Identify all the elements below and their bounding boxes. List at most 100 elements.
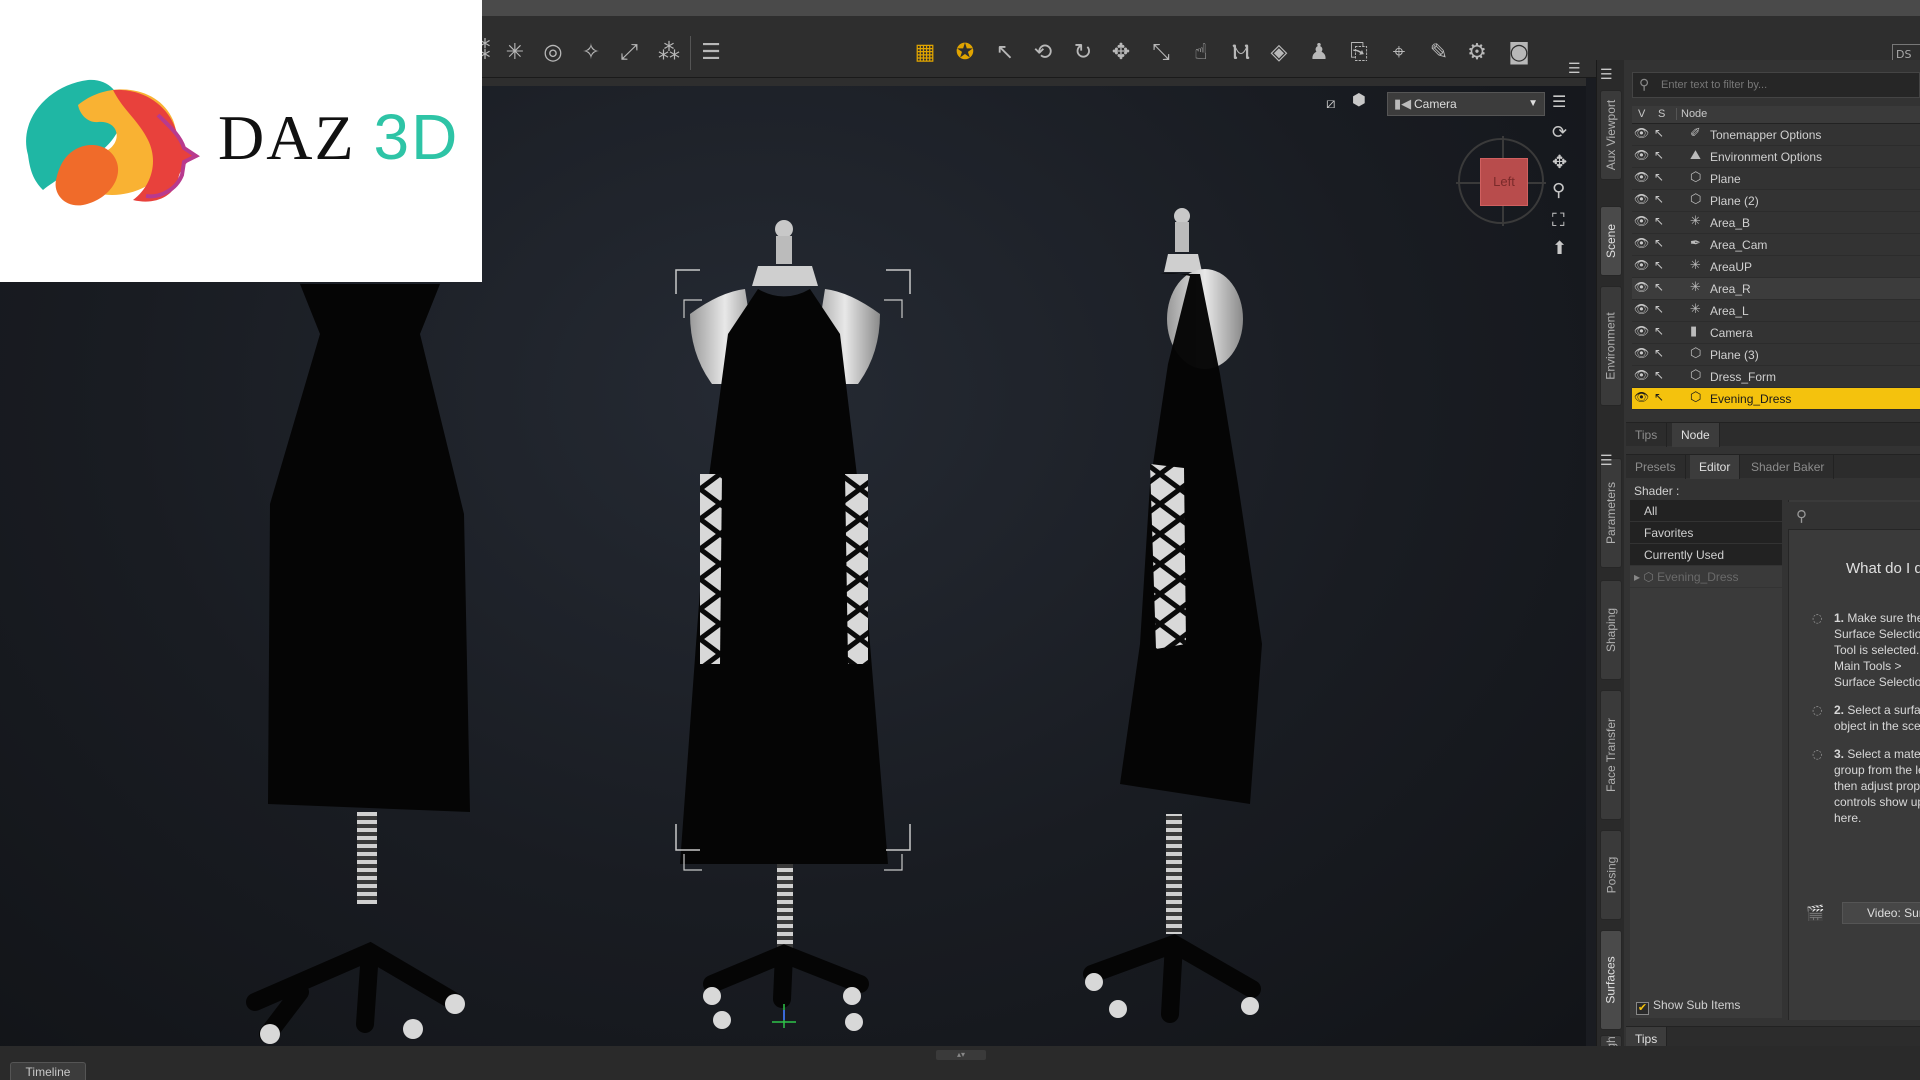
select-arrow-icon[interactable]: ↖ [1654, 170, 1672, 184]
eye-icon[interactable]: 👁 [1634, 258, 1652, 272]
scale-icon[interactable]: ⤡ [1146, 38, 1176, 68]
scene-filter-input[interactable] [1661, 76, 1916, 94]
orbit-icon[interactable]: ⟳ [1552, 124, 1567, 142]
perspective-cube-icon[interactable]: ⬢ [1352, 92, 1366, 108]
rotate-icon[interactable]: ↻ [1068, 38, 1098, 68]
select-arrow-icon[interactable]: ↖ [1654, 126, 1672, 140]
show-sub-items-checkbox[interactable]: ✔ Show Sub Items [1636, 998, 1740, 1015]
eye-icon[interactable]: 👁 [1634, 192, 1652, 206]
surfaces-pane-menu-icon[interactable]: ☰ [1600, 452, 1613, 469]
list-item[interactable]: 👁 ↖ ✳ AreaUP [1632, 256, 1920, 278]
eye-icon[interactable]: 👁 [1634, 170, 1652, 184]
camera-tool-icon[interactable]: ⌖ [1384, 38, 1414, 68]
joint-editor-icon[interactable]: ✳ [500, 38, 530, 68]
scene-filter-box[interactable]: ⚲ [1632, 72, 1920, 98]
geometry-sculptor-icon[interactable]: ◈ [1264, 38, 1294, 68]
eye-icon[interactable]: 👁 [1634, 236, 1652, 250]
list-item[interactable]: 👁 ↖ ⛰ Environment Options [1632, 146, 1920, 168]
eye-icon[interactable]: 👁 [1634, 324, 1652, 338]
scene-pane-menu-icon[interactable]: ☰ [1600, 66, 1613, 83]
camera-select[interactable]: ▮◀ Camera ▼ [1387, 92, 1545, 116]
tab-aux-viewport[interactable]: Aux Viewport [1600, 90, 1622, 180]
list-item[interactable]: 👁 ↖ ⬡ Plane (2) [1632, 190, 1920, 212]
eye-icon[interactable]: 👁 [1634, 390, 1652, 404]
select-arrow-icon[interactable]: ↖ [1654, 258, 1672, 272]
tab-shaping[interactable]: Shaping [1600, 580, 1622, 680]
align-icon[interactable]: ☰ [696, 38, 726, 68]
list-item-selected[interactable]: 👁 ↖ ⬡ Evening_Dress [1632, 388, 1920, 410]
select-arrow-icon[interactable]: ↖ [1654, 324, 1672, 338]
select-arrow-icon[interactable]: ↖ [1654, 302, 1672, 316]
list-item[interactable]: 👁 ↖ ✳ Area_L [1632, 300, 1920, 322]
tab-environment[interactable]: Environment [1600, 286, 1622, 406]
viewport-grid-icon[interactable]: ▦ [910, 38, 940, 68]
region-navigator-icon[interactable]: ♟ [1304, 38, 1334, 68]
eye-icon[interactable]: 👁 [1634, 368, 1652, 382]
shader-filter-currently-used[interactable]: Currently Used [1630, 544, 1782, 566]
render-settings-icon[interactable]: ⚙ [1462, 38, 1492, 68]
dock-handle-icon[interactable]: ▴▾ [936, 1050, 986, 1060]
list-item[interactable]: 👁 ↖ ✐ Tonemapper Options [1632, 124, 1920, 146]
select-arrow-icon[interactable]: ↖ [1654, 346, 1672, 360]
power-pose-icon[interactable]: Ⲙ [1226, 38, 1256, 68]
viewport-menu-icon[interactable]: ☰ [1552, 94, 1566, 110]
pan-icon[interactable]: ✥ [1552, 154, 1567, 172]
tab-scene[interactable]: Scene [1600, 206, 1622, 276]
select-arrow-icon[interactable]: ↖ [1654, 214, 1672, 228]
tab-node[interactable]: Node [1672, 423, 1720, 447]
expand-arrow-icon[interactable]: ▸ [1634, 570, 1643, 584]
tab-presets[interactable]: Presets [1626, 455, 1686, 479]
zoom-icon[interactable]: ⚲ [1552, 182, 1565, 200]
tab-timeline[interactable]: Timeline [10, 1062, 86, 1080]
select-arrow-icon[interactable]: ↖ [1654, 148, 1672, 162]
tab-face-transfer[interactable]: Face Transfer [1600, 690, 1622, 820]
translate-icon[interactable]: ✥ [1106, 38, 1136, 68]
select-arrow-icon[interactable]: ↖ [1654, 368, 1672, 382]
viewport-pane-menu-icon[interactable]: ☰ [1568, 60, 1581, 77]
shader-filter-favorites[interactable]: Favorites [1630, 522, 1782, 544]
column-visible[interactable]: V [1638, 108, 1645, 120]
tab-shader-baker[interactable]: Shader Baker [1742, 455, 1835, 479]
select-arrow-icon[interactable]: ↖ [1654, 192, 1672, 206]
list-item[interactable]: 👁 ↖ ✳ Area_B [1632, 212, 1920, 234]
list-item[interactable]: 👁 ↖ ✒ Area_Cam [1632, 234, 1920, 256]
view-cube[interactable]: Left [1456, 136, 1546, 226]
list-item[interactable]: 👁 ↖ ⬡ Dress_Form [1632, 366, 1920, 388]
transform-icon[interactable]: ⤢ [614, 38, 644, 68]
view-cube-face[interactable]: Left [1480, 158, 1528, 206]
eye-icon[interactable]: 👁 [1634, 214, 1652, 228]
video-surfaces-button[interactable]: Video: Surfaces [1842, 902, 1920, 924]
select-arrow-icon[interactable]: ↖ [1654, 280, 1672, 294]
shader-filter-all[interactable]: All [1630, 500, 1782, 522]
draw-style-icon[interactable]: ⧄ [1326, 96, 1336, 111]
column-selectable[interactable]: S [1658, 108, 1665, 120]
list-item[interactable]: 👁 ↖ ⬡ Plane (3) [1632, 344, 1920, 366]
node-selection-icon[interactable]: ↖ [990, 38, 1020, 68]
eye-icon[interactable]: 👁 [1634, 148, 1652, 162]
node-weight-icon[interactable]: ◎ [538, 38, 568, 68]
help-search[interactable]: ⚲ [1788, 502, 1920, 530]
eye-icon[interactable]: 👁 [1634, 126, 1652, 140]
column-node[interactable]: Node [1676, 108, 1707, 120]
eye-icon[interactable]: 👁 [1634, 302, 1652, 316]
reset-view-icon[interactable]: ⬆ [1552, 240, 1567, 258]
tab-tips[interactable]: Tips [1626, 423, 1668, 447]
frame-icon[interactable]: ⛶ [1552, 212, 1565, 230]
geometry-editor-icon[interactable]: ✧ [576, 38, 606, 68]
surface-node-item[interactable]: ▸ ⬡ Evening_Dress [1630, 566, 1782, 588]
list-item[interactable]: 👁 ↖ ✳ Area_R [1632, 278, 1920, 300]
select-arrow-icon[interactable]: ↖ [1654, 390, 1672, 404]
screenshot-icon[interactable]: ◙ [1504, 38, 1534, 68]
select-arrow-icon[interactable]: ↖ [1654, 236, 1672, 250]
selection-tool-icon[interactable]: ✎ [1424, 38, 1454, 68]
surface-selection-icon[interactable]: ⁂ [654, 38, 684, 68]
figure-setup-icon[interactable]: ⎘ [1344, 38, 1374, 68]
tab-parameters[interactable]: Parameters [1600, 458, 1622, 568]
list-item[interactable]: 👁 ↖ ▮ Camera [1632, 322, 1920, 344]
tab-posing[interactable]: Posing [1600, 830, 1622, 920]
tab-surfaces[interactable]: Surfaces [1600, 930, 1622, 1030]
active-pose-icon[interactable]: ☝ [1186, 38, 1216, 68]
rotate-icon[interactable]: ⟲ [1028, 38, 1058, 68]
eye-icon[interactable]: 👁 [1634, 346, 1652, 360]
tab-editor[interactable]: Editor [1690, 455, 1741, 479]
